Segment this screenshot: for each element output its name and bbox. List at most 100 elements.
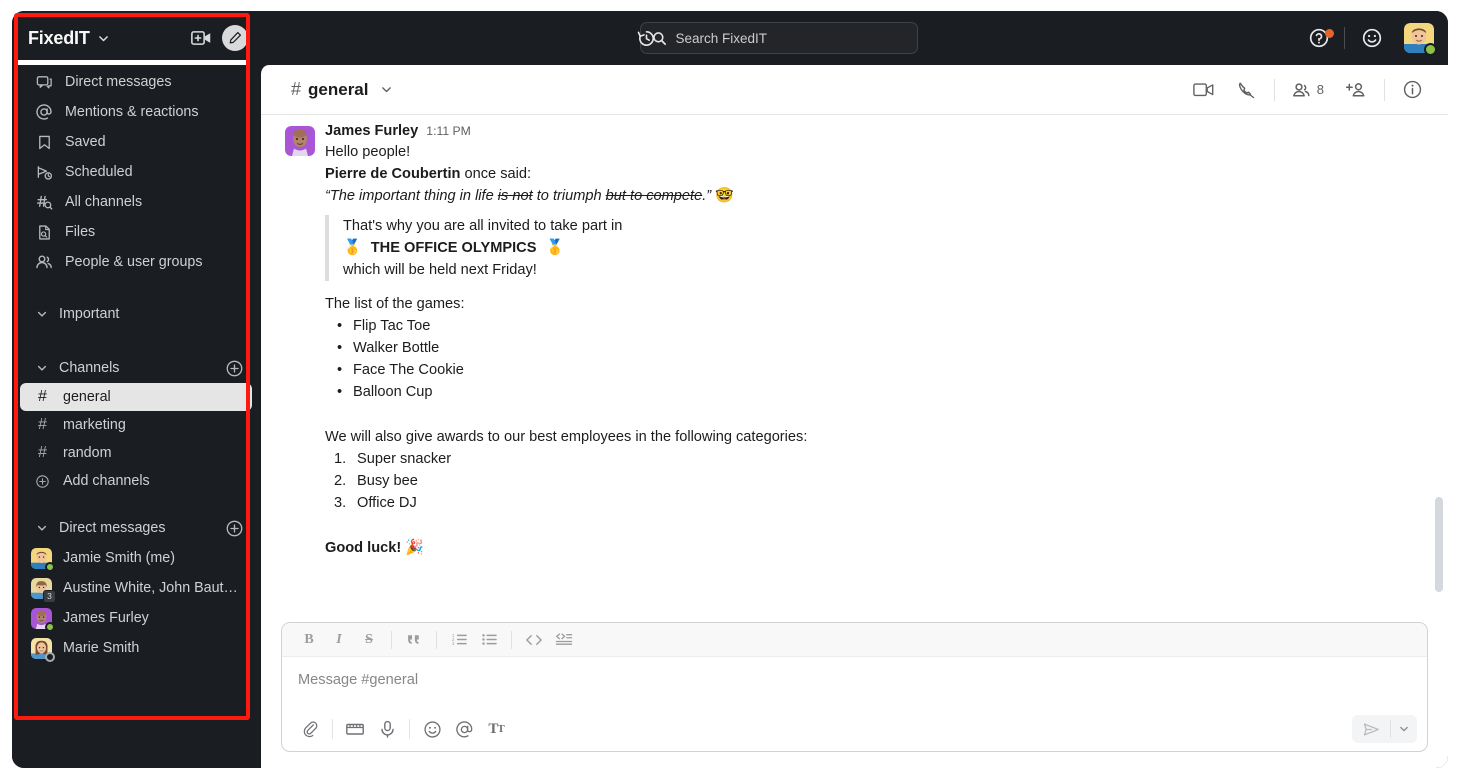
people-groups-icon (35, 253, 53, 271)
message-input[interactable]: Message #general (282, 657, 1427, 707)
slack-window: FixedIT Search FixedIT Direct messages M… (12, 11, 1448, 768)
video-call-icon (1192, 81, 1215, 98)
phone-call-button[interactable] (1226, 74, 1268, 106)
sidebar-dm-jamie-smith[interactable]: Jamie Smith (me) (20, 543, 252, 573)
avatar (31, 547, 55, 572)
channel-label: marketing (63, 417, 126, 433)
hash-icon: # (38, 388, 47, 405)
sidebar-dm-group[interactable]: 3 Austine White, John Baut… (20, 573, 252, 603)
sidebar-item-direct-messages[interactable]: Direct messages (12, 67, 260, 97)
divider (1273, 78, 1275, 101)
dm-label: Austine White, John Baut… (63, 580, 238, 596)
sidebar-channel-general[interactable]: # general (20, 383, 252, 411)
audio-clip-icon[interactable] (371, 714, 403, 744)
sidebar-add-channels[interactable]: Add channels (20, 467, 252, 495)
sidebar-channel-marketing[interactable]: # marketing (20, 411, 252, 439)
sidebar-item-label: Direct messages (65, 74, 172, 90)
avatar[interactable] (285, 126, 315, 156)
message-composer: B I S 1 2 3 Message #general T T (281, 622, 1428, 752)
sidebar-section-important[interactable]: Important (12, 299, 260, 329)
sidebar-item-label: Saved (65, 134, 106, 150)
plus-circle-icon (35, 473, 50, 490)
new-video-call-icon[interactable] (191, 30, 212, 46)
message-timestamp: 1:11 PM (426, 124, 471, 138)
divider (409, 719, 410, 739)
formatting-icon[interactable]: TT (480, 714, 512, 744)
sidebar-item-label: All channels (65, 194, 143, 210)
add-person-button[interactable] (1335, 75, 1378, 105)
chevron-down-icon (35, 362, 49, 374)
sidebar-item-people-user-groups[interactable]: People & user groups (12, 247, 260, 277)
video-clip-icon[interactable] (339, 714, 371, 744)
help-button[interactable] (1297, 27, 1341, 49)
unread-count-badge: 3 (43, 589, 56, 603)
history-icon[interactable] (636, 28, 657, 49)
attachment-icon[interactable] (294, 714, 326, 744)
message-list[interactable]: James Furley 1:11 PM Hello people! Pierr… (261, 115, 1448, 622)
sidebar-item-mentions-reactions[interactable]: Mentions & reactions (12, 97, 260, 127)
send-icon (1363, 722, 1380, 737)
divider (1384, 78, 1385, 101)
divider (332, 719, 333, 739)
sidebar-item-saved[interactable]: Saved (12, 127, 260, 157)
blockquote-button[interactable] (399, 627, 429, 653)
ordered-list-button[interactable]: 1 2 3 (444, 627, 474, 653)
avatar[interactable] (1404, 23, 1437, 56)
send-button[interactable] (1352, 715, 1390, 743)
italic-button[interactable]: I (324, 627, 354, 653)
code-block-button[interactable] (549, 627, 579, 653)
video-call-button[interactable] (1182, 75, 1226, 104)
medal-emoji-left: 🥇 (343, 239, 362, 256)
send-options-button[interactable] (1391, 715, 1417, 743)
svg-text:3: 3 (452, 641, 455, 646)
sidebar-dm-marie-smith[interactable]: Marie Smith (20, 633, 252, 663)
sidebar-item-label: Mentions & reactions (65, 104, 199, 120)
sidebar-item-label: Scheduled (65, 164, 133, 180)
presence-indicator (45, 621, 55, 632)
search-input[interactable]: Search FixedIT (639, 22, 918, 54)
files-icon (35, 223, 53, 241)
sidebar-item-scheduled[interactable]: Scheduled (12, 157, 260, 187)
sidebar-item-all-channels[interactable]: All channels (12, 187, 260, 217)
awards-list: Super snacker Busy bee Office DJ (327, 448, 1424, 514)
channel-info-button[interactable] (1391, 73, 1434, 106)
bulleted-list-button[interactable] (474, 627, 504, 653)
strikethrough-button[interactable]: S (354, 627, 384, 653)
sidebar: Direct messages Mentions & reactions Sav… (12, 65, 260, 768)
chevron-down-icon (97, 32, 110, 45)
members-icon (1292, 81, 1312, 99)
message-greeting: Hello people! (325, 144, 411, 160)
annotation-white-strip (18, 60, 246, 65)
bold-button[interactable]: B (294, 627, 324, 653)
quote-close: .” (702, 188, 712, 204)
members-button[interactable]: 8 (1281, 75, 1335, 105)
scrollbar-thumb[interactable] (1435, 497, 1443, 592)
help-notification-badge (1325, 29, 1334, 38)
add-channel-icon[interactable] (224, 358, 244, 378)
list-item: Busy bee (334, 470, 418, 492)
workspace-switcher[interactable]: FixedIT (28, 28, 110, 49)
channel-title-button[interactable]: # general (285, 75, 399, 104)
quote-strike-2: but to compete (605, 188, 703, 204)
message-author[interactable]: James Furley (325, 123, 418, 139)
chevron-down-icon (35, 522, 49, 534)
sidebar-dm-james-furley[interactable]: James Furley (20, 603, 252, 633)
info-icon (1402, 79, 1423, 100)
divider (1344, 27, 1345, 49)
workspace-name: FixedIT (28, 27, 90, 48)
sidebar-section-direct-messages[interactable]: Direct messages (12, 513, 260, 543)
code-button[interactable] (519, 627, 549, 653)
sidebar-item-files[interactable]: Files (12, 217, 260, 247)
quote-strike-1: is not (497, 188, 533, 204)
mention-icon[interactable] (448, 714, 480, 744)
party-popper-emoji: 🎉 (405, 539, 424, 556)
sidebar-channel-random[interactable]: # random (20, 439, 252, 467)
sidebar-section-channels[interactable]: Channels (12, 353, 260, 383)
compose-icon[interactable] (222, 25, 248, 51)
blockquote-line-2: 🥇 THE OFFICE OLYMPICS 🥇 (343, 237, 1424, 259)
message-body: James Furley 1:11 PM Hello people! Pierr… (325, 123, 1424, 559)
smiley-icon[interactable] (1348, 27, 1396, 49)
emoji-icon[interactable] (416, 714, 448, 744)
new-dm-icon[interactable] (224, 518, 244, 538)
